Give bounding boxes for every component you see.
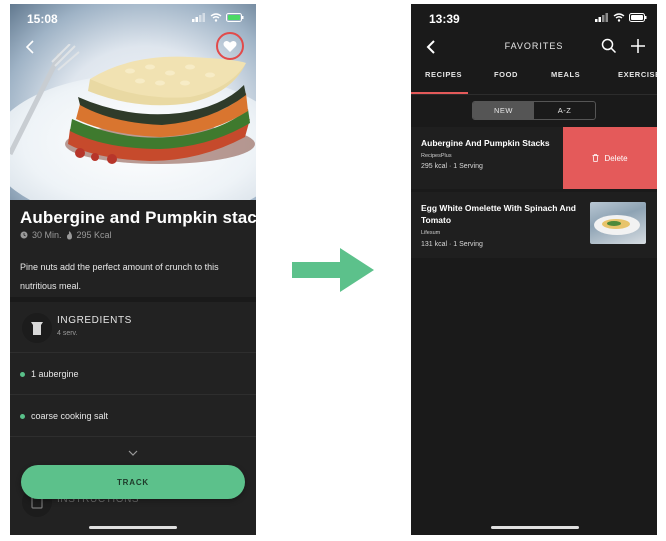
search-icon[interactable] xyxy=(601,38,617,54)
status-time: 15:08 xyxy=(27,12,58,26)
item-kcal: 295 kcal · 1 Serving xyxy=(421,163,483,170)
flame-icon xyxy=(66,230,72,239)
delete-label: Delete xyxy=(604,153,628,163)
chevron-down-icon[interactable] xyxy=(127,449,139,457)
section-divider xyxy=(10,297,256,302)
heart-icon xyxy=(223,40,237,52)
food-image xyxy=(65,56,255,164)
page-title: FAVORITES xyxy=(504,41,564,51)
ingredients-title: INGREDIENTS xyxy=(57,315,132,326)
tab-recipes[interactable]: RECIPES xyxy=(425,70,462,79)
item-kcal: 131 kcal · 1 Serving xyxy=(421,241,483,248)
delete-button[interactable]: Delete xyxy=(563,127,657,189)
battery-icon xyxy=(226,13,244,22)
fork-image xyxy=(10,44,80,156)
battery-icon xyxy=(629,13,647,22)
sort-segmented-control: NEW A-Z xyxy=(472,101,596,120)
ingredient-item: 1 aubergine xyxy=(20,369,79,379)
recipe-description: Pine nuts add the perfect amount of crun… xyxy=(20,262,219,291)
item-title: Egg White Omelette With Spinach And Toma… xyxy=(421,203,576,225)
signal-icon xyxy=(595,13,608,22)
divider xyxy=(10,436,256,437)
segment-new[interactable]: NEW xyxy=(473,102,534,119)
status-icons xyxy=(192,13,244,22)
tab-exercises[interactable]: EXERCISES xyxy=(618,70,657,79)
clock-icon xyxy=(20,231,28,239)
wifi-icon xyxy=(210,13,222,22)
recipe-title: Aubergine and Pumpkin stacks xyxy=(20,208,256,227)
item-source: RecipesPlus xyxy=(421,153,452,159)
home-indicator xyxy=(89,526,177,529)
tab-food[interactable]: FOOD xyxy=(494,70,518,79)
ingredients-icon xyxy=(31,322,43,335)
transition-arrow-icon xyxy=(292,248,374,292)
recipe-detail-screen: 15:08 Aubergine and Pumpkin stacks 30 Mi… xyxy=(10,4,256,535)
ingredient-item: coarse cooking salt xyxy=(20,411,108,421)
recipe-meta: 30 Min. 295 Kcal xyxy=(20,230,112,240)
item-thumbnail xyxy=(590,202,646,244)
track-button[interactable]: TRACK xyxy=(21,465,245,499)
add-icon[interactable] xyxy=(630,38,646,54)
divider xyxy=(10,352,256,353)
home-indicator xyxy=(491,526,579,529)
divider xyxy=(10,394,256,395)
tab-meals[interactable]: MEALS xyxy=(551,70,580,79)
bullet-icon xyxy=(20,371,25,377)
ingredients-servings: 4 serv. xyxy=(57,330,78,337)
recipe-hero-image xyxy=(10,4,256,200)
segment-a-z[interactable]: A-Z xyxy=(534,102,595,119)
divider xyxy=(411,94,657,95)
bullet-icon xyxy=(20,413,25,419)
ingredients-icon-badge xyxy=(22,313,52,343)
signal-icon xyxy=(192,13,205,22)
status-time: 13:39 xyxy=(429,12,460,26)
wifi-icon xyxy=(613,13,625,22)
item-source: Lifesum xyxy=(421,230,441,236)
recipe-kcal: 295 Kcal xyxy=(76,230,112,240)
back-chevron-icon[interactable] xyxy=(22,38,40,56)
recipe-time: 30 Min. xyxy=(32,230,62,240)
favorites-screen: 13:39 FAVORITES RECIPES FOOD MEALS EXERC… xyxy=(411,4,657,535)
item-title: Aubergine And Pumpkin Stacks xyxy=(421,138,550,148)
favorite-button[interactable] xyxy=(216,32,244,60)
trash-icon xyxy=(592,154,599,162)
status-icons xyxy=(595,13,647,22)
